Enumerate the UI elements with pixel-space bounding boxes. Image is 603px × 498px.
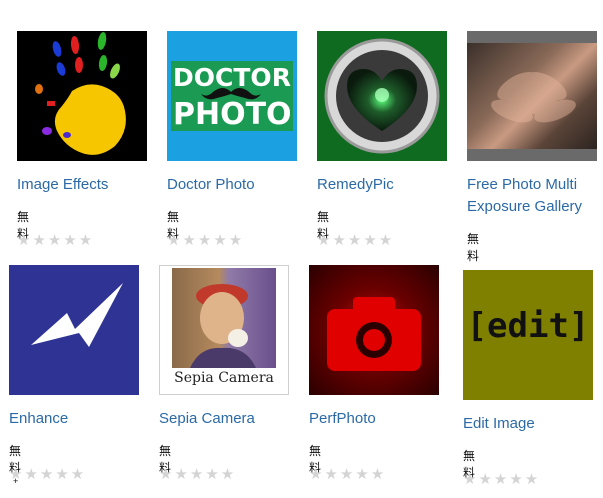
app-name[interactable]: RemedyPic [317, 174, 467, 196]
logo-text: [edit] [466, 306, 590, 346]
app-name[interactable]: Enhance [9, 408, 159, 430]
rating-stars: ★★★★★ [17, 232, 95, 249]
rating-stars: ★★★★★ [317, 232, 395, 249]
app-name[interactable]: Edit Image [463, 413, 603, 435]
rating-stars: ★★★★★ [9, 466, 87, 483]
app-name[interactable]: Free Photo Multi Exposure Gallery [467, 174, 602, 218]
caption: Sepia Camera [174, 370, 274, 386]
app-name[interactable]: Doctor Photo [167, 174, 317, 196]
rating-stars: ★★★★★ [159, 466, 237, 483]
enhance-icon[interactable] [9, 265, 139, 395]
app-name[interactable]: PerfPhoto [309, 408, 459, 430]
app-name[interactable]: Image Effects [17, 174, 167, 196]
doctor-photo-icon[interactable]: DOCTOR PHOTO [167, 31, 297, 161]
logo-text-bottom: PHOTO [173, 97, 292, 132]
edit-image-icon[interactable]: [edit] [463, 270, 593, 400]
image-effects-icon[interactable] [17, 31, 147, 161]
rating-stars: ★★★★★ [463, 471, 541, 488]
sepia-camera-icon[interactable]: Sepia Camera [159, 265, 289, 395]
rating-stars: ★★★★★ [167, 232, 245, 249]
perfphoto-icon[interactable] [309, 265, 439, 395]
rating-stars: ★★★★★ [309, 466, 387, 483]
multi-exposure-icon[interactable] [467, 31, 597, 161]
remedypic-icon[interactable] [317, 31, 447, 161]
app-price: 無料 [467, 232, 480, 263]
app-name[interactable]: Sepia Camera [159, 408, 309, 430]
